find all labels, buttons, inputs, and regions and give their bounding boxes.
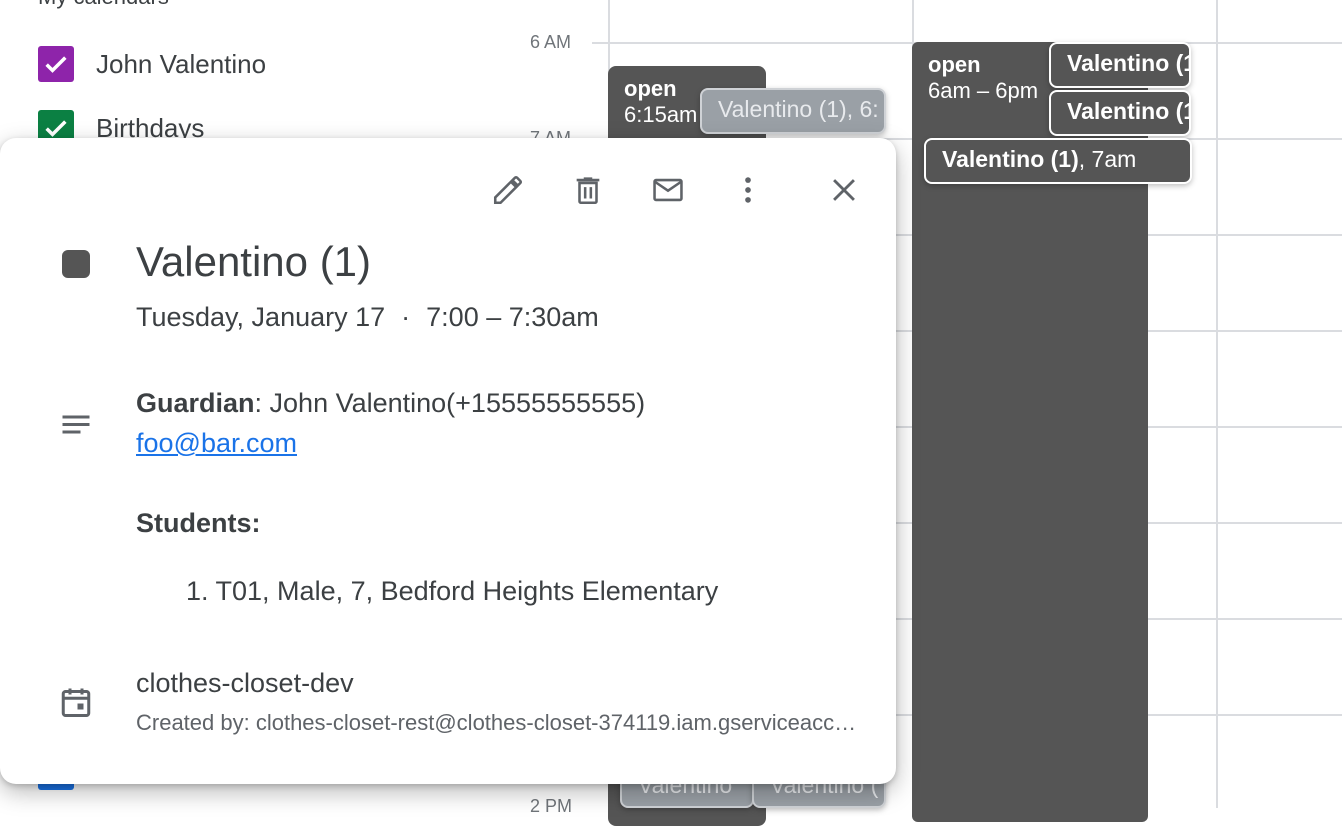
time-label-2pm: 2 PM <box>530 796 573 816</box>
event-title: Valentino (1) <box>136 238 372 285</box>
more-options-button[interactable] <box>724 166 772 214</box>
event-chip-valentino-b[interactable]: Valentino (1 <box>1049 90 1191 136</box>
my-calendars-heading: My calendars <box>38 0 169 10</box>
guardian-line: Guardian: John Valentino(+15555555555) <box>136 388 645 419</box>
close-icon <box>833 179 855 201</box>
event-chip-valentino-7am[interactable]: Valentino (1), 7am <box>924 138 1192 184</box>
student-list-item: 1. T01, Male, 7, Bedford Heights Element… <box>186 576 719 606</box>
event-chip-time: , 7am <box>1078 146 1137 172</box>
guardian-value: : John Valentino(+15555555555) <box>254 388 646 418</box>
event-chip-name: Valentino (1) <box>942 146 1079 172</box>
guardian-email-link[interactable]: foo@bar.com <box>136 428 297 459</box>
event-chip-valentino-a[interactable]: Valentino (1 <box>1049 42 1191 88</box>
event-date: Tuesday, January 17 <box>136 302 386 332</box>
delete-event-button[interactable] <box>564 166 612 214</box>
checkbox-checked-icon[interactable] <box>38 46 74 82</box>
delete-icon <box>576 177 600 205</box>
edit-event-button[interactable] <box>484 166 532 214</box>
calendar-label: John Valentino <box>96 48 267 79</box>
event-chip-valentino-faded[interactable]: Valentino (1), 6: <box>700 88 886 134</box>
email-guests-button[interactable] <box>644 166 692 214</box>
guardian-label: Guardian <box>136 388 255 418</box>
event-details-popup: Valentino (1) Tuesday, January 17 · 7:00 –… <box>0 138 896 784</box>
calendar-icon <box>61 688 91 717</box>
created-by-text: Created by: clothes-closet-rest@clothes-… <box>136 710 866 735</box>
time-label-6am: 6 AM <box>530 32 572 52</box>
more-options-icon <box>745 177 751 203</box>
event-color-indicator <box>62 250 90 278</box>
email-icon <box>653 178 683 202</box>
description-icon <box>62 415 90 434</box>
students-heading: Students: <box>136 508 261 538</box>
day-divider <box>1216 0 1218 808</box>
close-popup-button[interactable] <box>820 166 868 214</box>
edit-icon <box>493 175 523 205</box>
event-datetime: Tuesday, January 17 · 7:00 – 7:30am <box>136 302 599 333</box>
datetime-separator: · <box>401 302 411 332</box>
calendar-item-john-valentino[interactable]: John Valentino <box>38 46 266 82</box>
calendar-name: clothes-closet-dev <box>136 668 354 698</box>
event-time-range: 7:00 – 7:30am <box>426 302 599 332</box>
